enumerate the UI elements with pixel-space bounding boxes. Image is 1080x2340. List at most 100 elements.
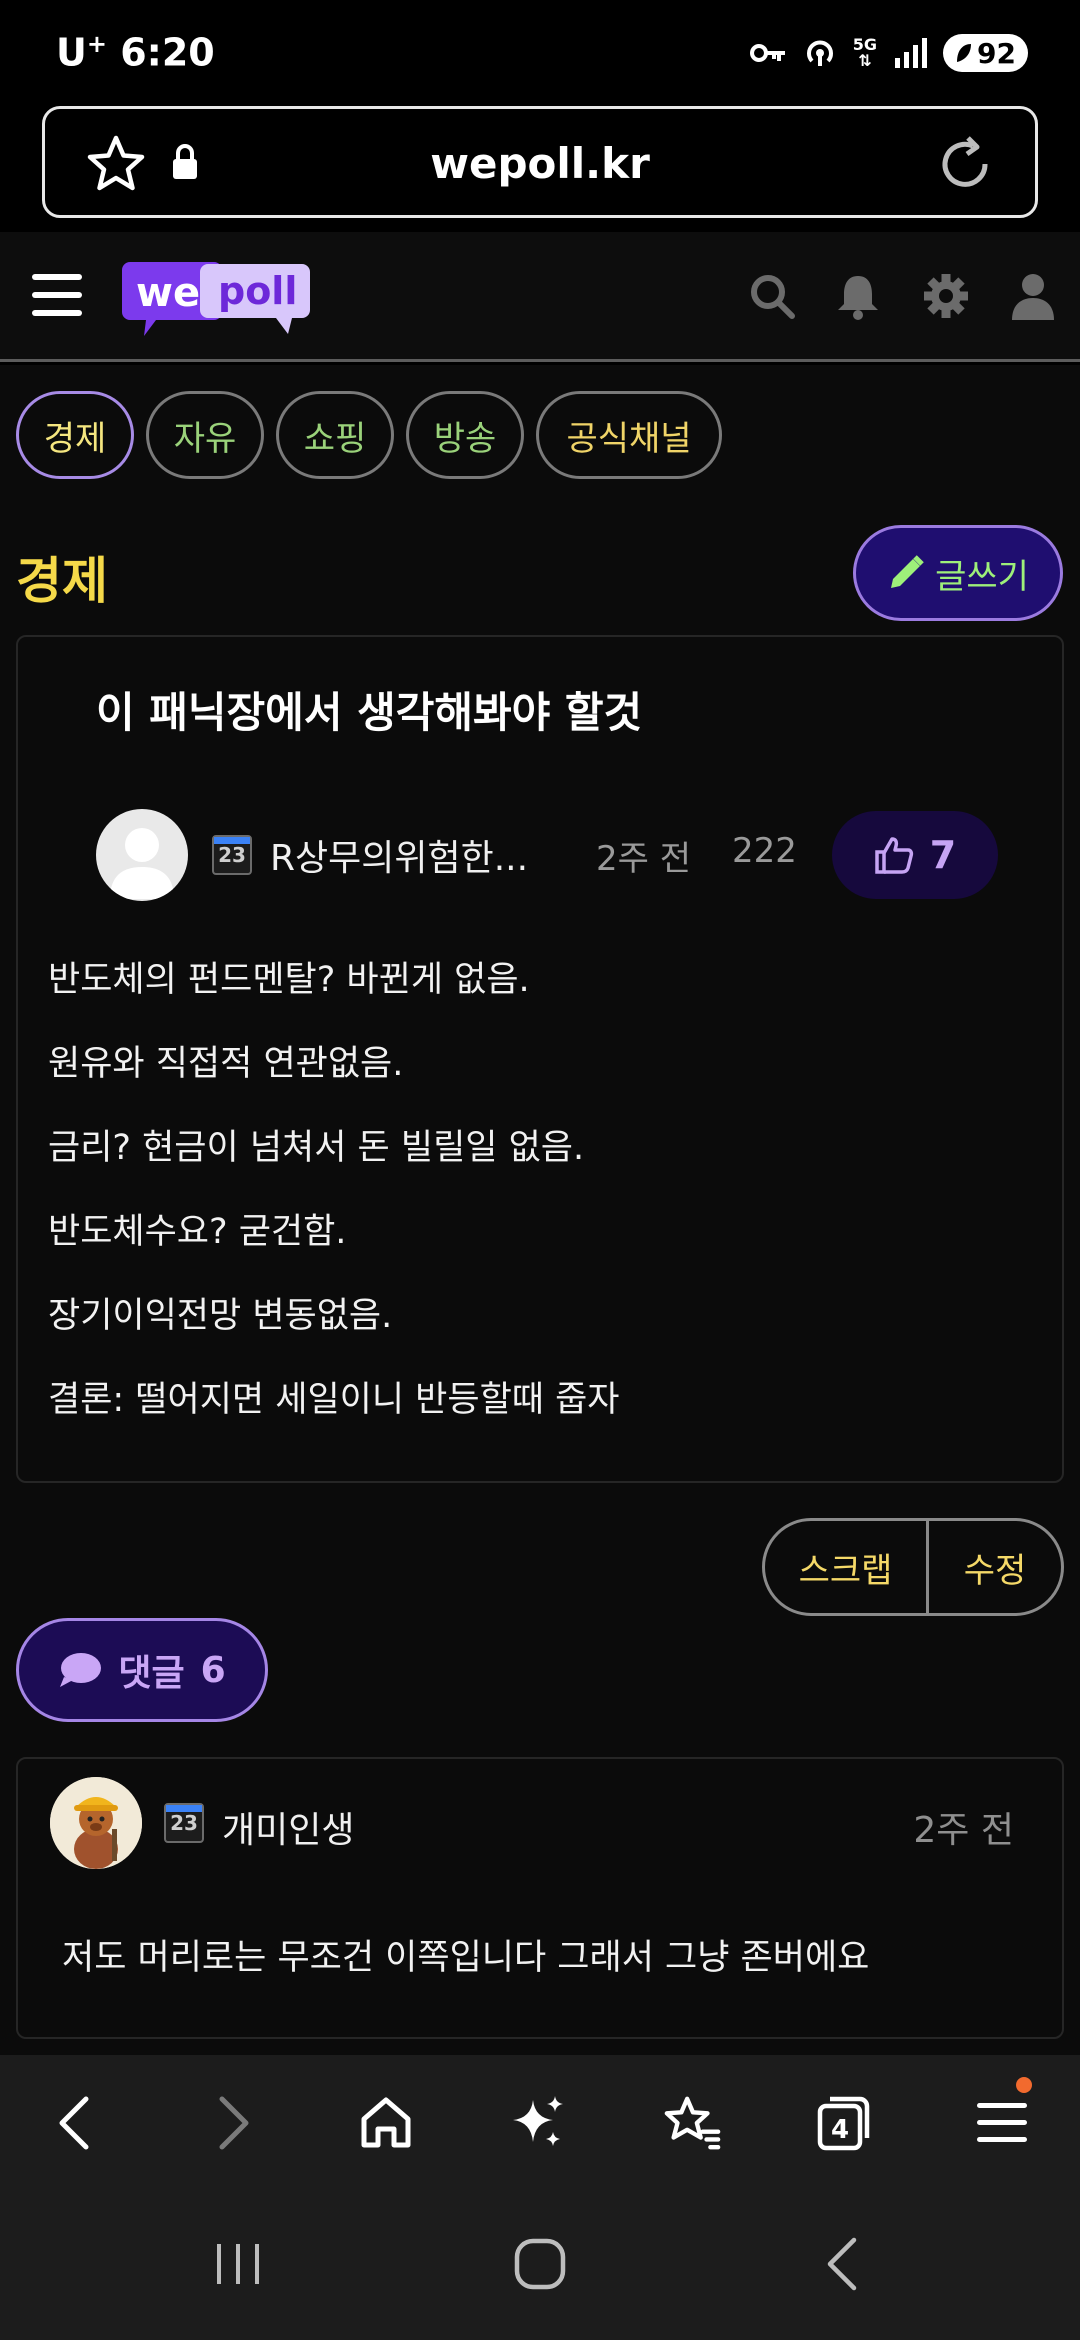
logo-poll: poll [218, 269, 297, 313]
carrier-label: U [56, 30, 87, 75]
carrier-mark: + [86, 30, 107, 58]
forward-icon [219, 2096, 249, 2150]
beaver-avatar-icon [50, 1777, 142, 1869]
calendar-badge-icon: 23 [164, 1803, 204, 1843]
network-label: 5G [852, 35, 878, 54]
recents-icon [217, 2244, 259, 2284]
tab-label: 자유 [173, 418, 237, 459]
comments-count: 6 [200, 1649, 226, 1691]
main-content: 경제 자유 쇼핑 방송 공식채널 경제 글쓰기 이 패닉장에서 생각해봐야 할것… [0, 365, 1080, 2055]
carrier-time: U+ 6:20 [56, 30, 215, 75]
system-home-button[interactable] [500, 2224, 580, 2304]
comment-text: 저도 머리로는 무조건 이쪽입니다 그래서 그냥 존버에요 [62, 1938, 870, 1978]
battery-icon: 92 [943, 34, 1028, 72]
like-button[interactable]: 7 [832, 811, 998, 899]
avatar[interactable] [96, 809, 188, 901]
comments-label: 댓글 [118, 1653, 185, 1694]
gear-icon[interactable] [922, 272, 970, 320]
speech-bubble-icon [60, 1653, 102, 1687]
tabs-button[interactable]: 4 [814, 2093, 874, 2153]
battery-level: 92 [977, 36, 1016, 70]
post-time: 2주 전 [596, 839, 691, 879]
status-bar: U+ 6:20 5G ⇅ 92 [0, 0, 1080, 104]
back-icon [827, 2237, 857, 2291]
post-author[interactable]: R상무의위험한... [270, 829, 528, 881]
category-tabs: 경제 자유 쇼핑 방송 공식채널 [16, 391, 722, 479]
address-bar[interactable]: wepoll.kr [42, 106, 1038, 218]
calendar-badge-icon: 23 [212, 835, 252, 875]
post-body-line: 장기이익전망 변동없음. [48, 1296, 393, 1336]
post-body-line: 결론: 떨어지면 세일이니 반등할때 줍자 [48, 1380, 620, 1420]
sparkle-icon [513, 2096, 563, 2146]
tab-free[interactable]: 자유 [146, 391, 264, 479]
user-icon[interactable] [1010, 272, 1056, 320]
thumbs-up-icon [875, 837, 913, 874]
write-post-button[interactable]: 글쓰기 [853, 525, 1063, 621]
home-icon [514, 2238, 566, 2290]
forward-button[interactable] [204, 2093, 264, 2153]
tab-official-channel[interactable]: 공식채널 [536, 391, 722, 479]
bookmarks-icon [664, 2096, 721, 2150]
like-count: 7 [929, 833, 957, 877]
scrap-button[interactable]: 스크랩 [765, 1521, 929, 1613]
post-body-line: 반도체의 펀드멘탈? 바뀐게 없음. [48, 960, 530, 1000]
site-header: we poll [0, 232, 1080, 362]
section-title: 경제 [16, 552, 108, 610]
back-button[interactable] [44, 2093, 104, 2153]
home-icon [361, 2097, 411, 2148]
system-back-button[interactable] [802, 2224, 882, 2304]
comment-item: 23 개미인생 2주 전 저도 머리로는 무조건 이쪽입니다 그래서 그냥 존버… [16, 1757, 1064, 2039]
5g-icon: 5G ⇅ [852, 35, 878, 70]
pencil-icon [891, 555, 924, 588]
tab-label: 쇼핑 [303, 418, 367, 459]
tabs-icon: 4 [817, 2096, 870, 2151]
menu-icon[interactable] [32, 272, 82, 318]
tab-label: 공식채널 [566, 418, 692, 459]
post-author-row: 23 R상무의위험한... 2주 전 222 7 [96, 809, 1016, 901]
commenter-avatar[interactable] [50, 1777, 142, 1869]
post-actions: 스크랩 수정 [762, 1518, 1064, 1616]
ai-assist-button[interactable] [508, 2093, 568, 2153]
default-avatar-icon [110, 828, 174, 899]
comment-time: 2주 전 [913, 1810, 1014, 1851]
home-button[interactable] [356, 2093, 416, 2153]
url-text: wepoll.kr [430, 139, 650, 188]
tab-shopping[interactable]: 쇼핑 [276, 391, 394, 479]
post-body-line: 금리? 현금이 넘쳐서 돈 빌릴일 없음. [48, 1128, 585, 1168]
back-icon [59, 2096, 89, 2150]
key-icon [749, 44, 785, 62]
tab-economy[interactable]: 경제 [16, 391, 134, 479]
post-body-line: 원유와 직접적 연관없음. [48, 1044, 404, 1084]
browser-bottom-bar: 4 [0, 2055, 1080, 2190]
tab-broadcast[interactable]: 방송 [406, 391, 524, 479]
tab-label: 경제 [43, 418, 107, 459]
clock: 6:20 [120, 30, 215, 75]
tab-count: 4 [831, 2115, 849, 2145]
write-label: 글쓰기 [935, 556, 1029, 597]
bookmarks-button[interactable] [662, 2093, 722, 2153]
browser-toolbar: wepoll.kr [0, 104, 1080, 232]
notification-dot [1016, 2077, 1032, 2093]
bell-icon[interactable] [836, 272, 880, 320]
leaf-icon [957, 44, 972, 62]
wepoll-logo[interactable]: we poll [122, 260, 312, 336]
comment-author[interactable]: 개미인생 [222, 1801, 354, 1853]
hotspot-icon [806, 40, 833, 66]
signal-icon [895, 38, 928, 68]
search-icon[interactable] [748, 272, 796, 320]
edit-button[interactable]: 수정 [929, 1521, 1061, 1613]
browser-menu-button[interactable] [972, 2077, 1032, 2153]
menu-icon [977, 2103, 1027, 2142]
recents-button[interactable] [198, 2224, 278, 2304]
logo-we: we [136, 270, 200, 316]
system-navigation-bar [0, 2190, 1080, 2340]
tab-label: 방송 [433, 418, 497, 459]
post-title: 이 패닉장에서 생각해봐야 할것 [96, 688, 643, 737]
post-body: 반도체의 펀드멘탈? 바뀐게 없음. 원유와 직접적 연관없음. 금리? 현금이… [48, 959, 620, 1463]
post-views: 222 [732, 831, 797, 871]
reload-icon[interactable] [935, 133, 995, 195]
status-icons: 5G ⇅ 92 [749, 30, 1028, 76]
comments-toggle-button[interactable]: 댓글 6 [16, 1618, 268, 1722]
post-body-line: 반도체수요? 굳건함. [48, 1212, 347, 1252]
post-card: 이 패닉장에서 생각해봐야 할것 23 R상무의위험한... 2주 전 222 … [16, 635, 1064, 1483]
